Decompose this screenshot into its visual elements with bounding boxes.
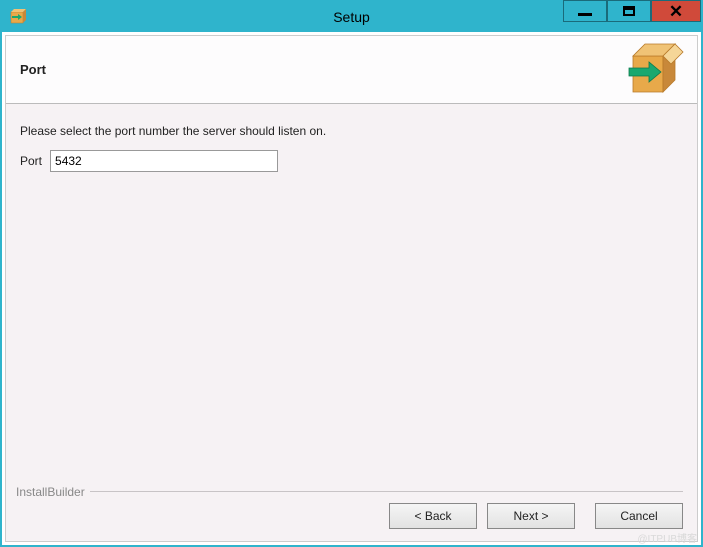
port-input[interactable] xyxy=(50,150,278,172)
port-label: Port xyxy=(20,154,42,168)
app-icon xyxy=(10,9,26,25)
next-button[interactable]: Next > xyxy=(487,503,575,529)
port-field-row: Port xyxy=(20,150,683,172)
back-button[interactable]: < Back xyxy=(389,503,477,529)
wizard-header: Port xyxy=(6,36,697,104)
minimize-button[interactable] xyxy=(563,0,607,22)
page-title: Port xyxy=(20,62,46,77)
wizard-panel: Port Please select the port number the s… xyxy=(5,35,698,542)
close-icon: ✕ xyxy=(669,3,683,20)
instruction-text: Please select the port number the server… xyxy=(20,124,683,138)
installer-box-icon xyxy=(625,42,685,96)
cancel-button[interactable]: Cancel xyxy=(595,503,683,529)
window-controls: ✕ xyxy=(563,2,701,32)
wizard-footer: InstallBuilder < Back Next > Cancel xyxy=(6,493,697,541)
wizard-content: Please select the port number the server… xyxy=(6,104,697,493)
close-button[interactable]: ✕ xyxy=(651,0,701,22)
maximize-button[interactable] xyxy=(607,0,651,22)
minimize-icon xyxy=(578,13,592,16)
window-title: Setup xyxy=(333,9,370,25)
branding-text: InstallBuilder xyxy=(16,485,85,499)
maximize-icon xyxy=(623,6,635,16)
setup-window: Setup ✕ Port xyxy=(0,0,703,547)
titlebar: Setup ✕ xyxy=(2,2,701,32)
branding-divider xyxy=(90,491,683,492)
